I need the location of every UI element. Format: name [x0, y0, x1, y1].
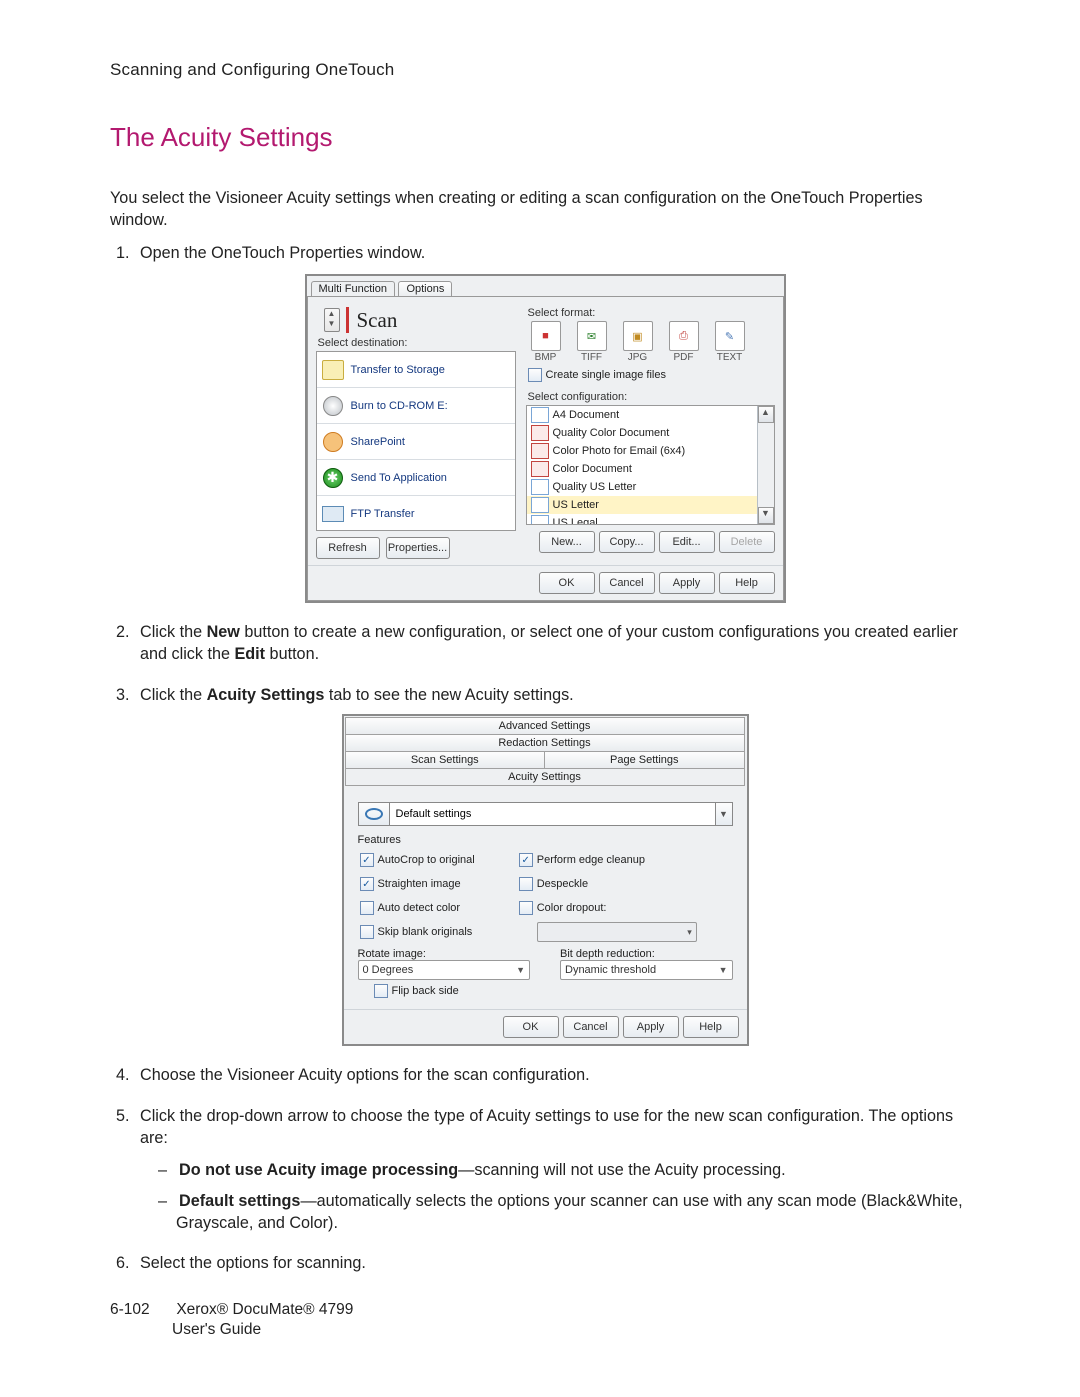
step-list: Open the OneTouch Properties window.	[134, 242, 980, 264]
refresh-button[interactable]: Refresh	[316, 537, 380, 559]
cfg-quality-color-doc[interactable]: Quality Color Document🔒	[527, 424, 774, 442]
step-2: Click the New button to create a new con…	[134, 621, 980, 666]
format-row: ■BMP ✉TIFF ▣JPG ⎙PDF ✎TEXT	[528, 321, 775, 363]
tab-scan-settings[interactable]: Scan Settings	[345, 751, 546, 769]
tab-options[interactable]: Options	[398, 281, 452, 296]
footer-line-2: User's Guide	[172, 1321, 261, 1338]
chk-color-dropout[interactable]: Color dropout:	[519, 901, 695, 915]
select-configuration-label: Select configuration:	[528, 391, 775, 403]
scrollbar[interactable]: ▲▼	[757, 406, 774, 524]
footer: 6-102 Xerox® DocuMate® 4799 User's Guide	[110, 1300, 353, 1340]
chk-autocrop[interactable]: ✓AutoCrop to original	[360, 853, 475, 867]
tab-acuity-settings[interactable]: Acuity Settings	[345, 768, 745, 786]
cancel-button-2[interactable]: Cancel	[563, 1016, 619, 1038]
select-format-label: Select format:	[528, 307, 775, 319]
properties-button[interactable]: Properties...	[386, 537, 450, 559]
eye-icon	[359, 803, 390, 825]
dest-transfer-storage[interactable]: Transfer to Storage	[317, 352, 515, 388]
help-button-2[interactable]: Help	[683, 1016, 739, 1038]
chk-edge-cleanup[interactable]: ✓Perform edge cleanup	[519, 853, 695, 867]
step-4: Choose the Visioneer Acuity options for …	[134, 1064, 980, 1086]
apply-button-2[interactable]: Apply	[623, 1016, 679, 1038]
opt-do-not-use: Do not use Acuity image processing—scann…	[158, 1159, 980, 1181]
cfg-us-legal[interactable]: US Legal🔒	[527, 514, 774, 525]
page-title: The Acuity Settings	[110, 122, 980, 153]
tab-advanced-settings[interactable]: Advanced Settings	[345, 717, 745, 735]
footer-line-1: Xerox® DocuMate® 4799	[176, 1301, 353, 1318]
chevron-down-icon[interactable]: ▼	[715, 803, 732, 825]
step-6: Select the options for scanning.	[134, 1252, 980, 1274]
format-tiff[interactable]: ✉TIFF	[574, 321, 610, 363]
select-destination-label: Select destination:	[318, 337, 516, 349]
chk-auto-detect-color[interactable]: Auto detect color	[360, 901, 475, 915]
chk-despeckle[interactable]: Despeckle	[519, 877, 695, 891]
edit-button[interactable]: Edit...	[659, 531, 715, 553]
destination-list[interactable]: Transfer to Storage Burn to CD-ROM E: Sh…	[316, 351, 516, 531]
bit-depth-select[interactable]: Dynamic threshold▼	[560, 960, 733, 980]
new-button[interactable]: New...	[539, 531, 595, 553]
ok-button-2[interactable]: OK	[503, 1016, 559, 1038]
cfg-color-photo-email[interactable]: Color Photo for Email (6x4)🔒	[527, 442, 774, 460]
rotate-label: Rotate image:	[358, 948, 531, 960]
step-3: Click the Acuity Settings tab to see the…	[134, 684, 980, 706]
onetouch-properties-window: Multi Function Options ▲▼ Scan Select de…	[305, 274, 786, 603]
rotate-select[interactable]: 0 Degrees▼	[358, 960, 531, 980]
chk-flip-back[interactable]: Flip back side	[374, 984, 459, 998]
cfg-color-doc[interactable]: Color Document🔒	[527, 460, 774, 478]
tab-page-settings[interactable]: Page Settings	[544, 751, 745, 769]
create-single-image-checkbox[interactable]: Create single image files	[528, 368, 666, 382]
page-number: 6-102	[110, 1300, 172, 1320]
dest-sharepoint[interactable]: SharePoint	[317, 424, 515, 460]
step-5: Click the drop-down arrow to choose the …	[134, 1105, 980, 1235]
running-head: Scanning and Configuring OneTouch	[110, 60, 980, 80]
configuration-list[interactable]: A4 Document🔒 Quality Color Document🔒 Col…	[526, 405, 775, 525]
cfg-quality-us-letter[interactable]: Quality US Letter🔒	[527, 478, 774, 496]
chk-straighten[interactable]: ✓Straighten image	[360, 877, 475, 891]
dest-ftp[interactable]: FTP Transfer	[317, 496, 515, 531]
copy-button[interactable]: Copy...	[599, 531, 655, 553]
preset-dropdown[interactable]: ▼	[358, 802, 733, 826]
opt-default-settings: Default settings—automatically selects t…	[158, 1190, 980, 1235]
preset-value	[390, 803, 715, 825]
help-button[interactable]: Help	[719, 572, 775, 594]
acuity-settings-window: Advanced Settings Redaction Settings Sca…	[342, 714, 749, 1046]
format-text[interactable]: ✎TEXT	[712, 321, 748, 363]
format-jpg[interactable]: ▣JPG	[620, 321, 656, 363]
color-dropout-select: ▾	[537, 922, 697, 942]
format-bmp[interactable]: ■BMP	[528, 321, 564, 363]
intro-paragraph: You select the Visioneer Acuity settings…	[110, 187, 980, 232]
features-label: Features	[358, 834, 733, 846]
cfg-a4[interactable]: A4 Document🔒	[527, 406, 774, 424]
delete-button[interactable]: Delete	[719, 531, 775, 553]
cancel-button[interactable]: Cancel	[599, 572, 655, 594]
format-pdf[interactable]: ⎙PDF	[666, 321, 702, 363]
bit-depth-label: Bit depth reduction:	[560, 948, 733, 960]
ok-button[interactable]: OK	[539, 572, 595, 594]
scan-spinner[interactable]: ▲▼	[324, 308, 340, 332]
scan-title: Scan	[357, 308, 398, 333]
step-1: Open the OneTouch Properties window.	[134, 242, 980, 264]
dest-burn-cd[interactable]: Burn to CD-ROM E:	[317, 388, 515, 424]
chk-skip-blank[interactable]: Skip blank originals	[360, 925, 475, 939]
cfg-us-letter[interactable]: US Letter🔒	[527, 496, 774, 514]
dest-send-to-app[interactable]: ✱Send To Application	[317, 460, 515, 496]
apply-button[interactable]: Apply	[659, 572, 715, 594]
tab-multi-function[interactable]: Multi Function	[311, 281, 395, 296]
tab-redaction-settings[interactable]: Redaction Settings	[345, 734, 745, 752]
